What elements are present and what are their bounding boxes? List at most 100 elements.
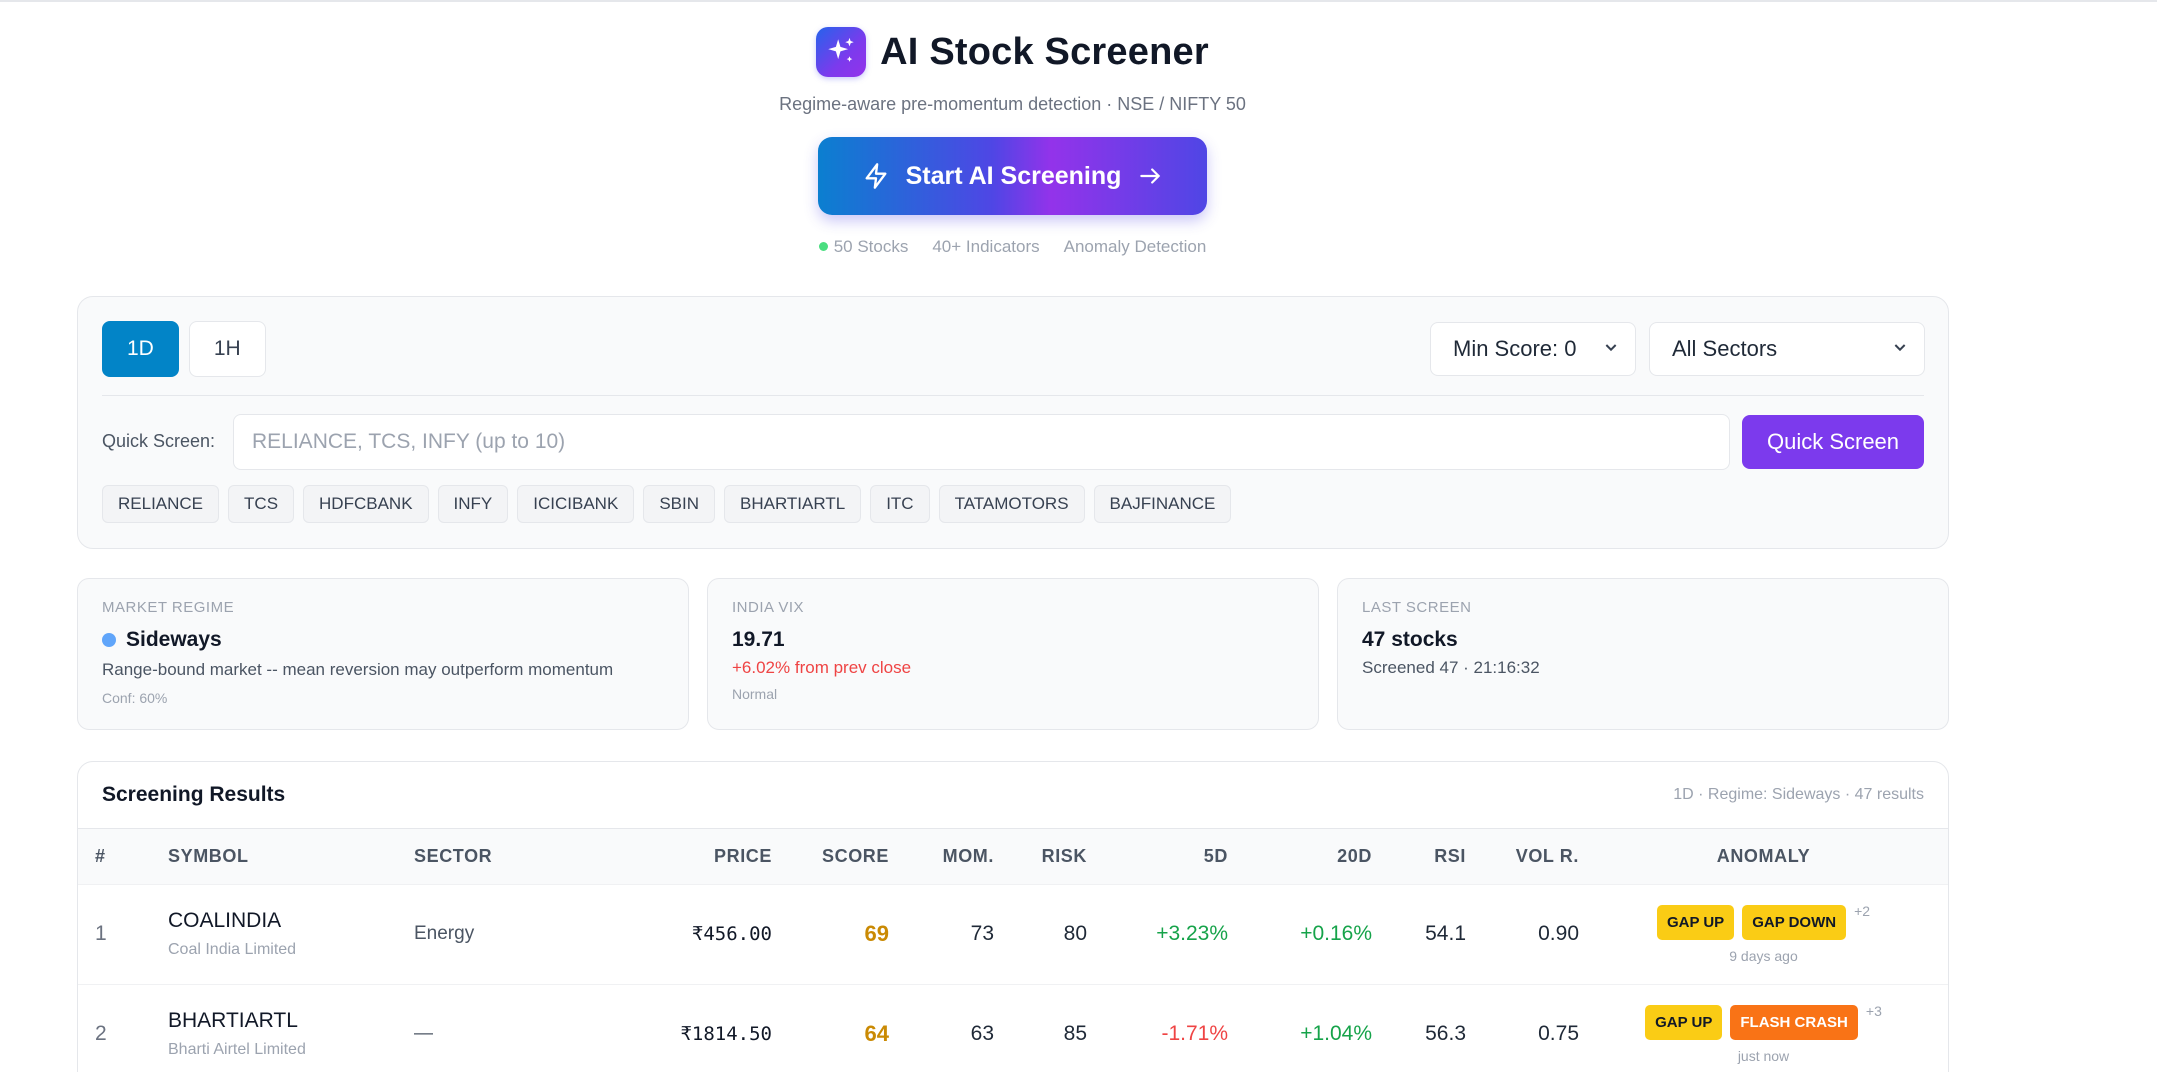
lightning-icon — [865, 163, 887, 189]
col-5d[interactable]: 5D — [1087, 829, 1228, 884]
sparkles-icon — [816, 27, 867, 77]
title-row: AI Stock Screener — [0, 24, 2025, 80]
row-vol: 0.90 — [1538, 922, 1579, 945]
chip-reliance[interactable]: RELIANCE — [102, 485, 220, 523]
chip-bhartiartl[interactable]: BHARTIARTL — [724, 485, 862, 523]
quick-screen-label: Quick Screen: — [102, 431, 216, 451]
chevron-down-icon — [1603, 339, 1619, 360]
start-screening-button[interactable]: Start AI Screening — [818, 137, 1207, 215]
row-sector: — — [414, 1023, 433, 1045]
card-label: LAST SCREEN — [1362, 599, 1472, 616]
divider — [102, 395, 1924, 396]
market-regime-card: MARKET REGIME Sideways Range-bound marke… — [77, 578, 689, 730]
row-5d: +3.23% — [1156, 922, 1228, 945]
row-rsi: 54.1 — [1425, 922, 1466, 945]
start-screening-label: Start AI Screening — [905, 161, 1122, 190]
row-price: ₹1814.50 — [680, 1023, 772, 1046]
sector-value: All Sectors — [1672, 336, 1778, 361]
col-price[interactable]: PRICE — [612, 829, 772, 884]
controls-panel: 1D 1H Min Score: 0 All Sectors Quick Scr… — [77, 296, 1949, 549]
min-score-value: Min Score: 0 — [1453, 336, 1577, 361]
row-vol: 0.75 — [1538, 1022, 1579, 1046]
col-score[interactable]: SCORE — [772, 829, 889, 884]
regime-dot — [102, 633, 116, 647]
last-screen-detail: Screened 47 · 21:16:32 — [1362, 658, 1540, 677]
anomaly-badge[interactable]: FLASH CRASH — [1730, 1004, 1858, 1040]
quick-screen-placeholder: RELIANCE, TCS, INFY (up to 10) — [252, 430, 566, 453]
card-label: MARKET REGIME — [102, 599, 235, 616]
tab-1d[interactable]: 1D — [102, 321, 179, 377]
chip-infy[interactable]: INFY — [437, 485, 509, 523]
card-label: INDIA VIX — [732, 599, 805, 616]
chip-hdfcbank[interactable]: HDFCBANK — [303, 485, 429, 523]
row-anomaly: GAP UP FLASH CRASH +3 just now — [1579, 984, 1948, 1072]
regime-value: Sideways — [102, 628, 664, 652]
status-dot — [818, 242, 828, 251]
anomaly-badge[interactable]: GAP DOWN — [1742, 904, 1847, 940]
vix-value: 19.71 — [732, 628, 785, 651]
regime-confidence: Conf: 60% — [102, 690, 168, 706]
table-row[interactable]: 1 COALINDIA Coal India Limited Energy ₹4… — [78, 884, 1948, 984]
anomaly-more[interactable]: +2 — [1854, 903, 1870, 919]
regime-description: Range-bound market -- mean reversion may… — [102, 660, 614, 679]
anomaly-time: 9 days ago — [1729, 947, 1798, 964]
quick-screen-input[interactable]: RELIANCE, TCS, INFY (up to 10) — [233, 414, 1730, 470]
row-5d: -1.71% — [1161, 1022, 1228, 1046]
stat-indicators: 40+ Indicators — [932, 237, 1040, 256]
anomaly-badge[interactable]: GAP UP — [1645, 1004, 1723, 1040]
anomaly-more[interactable]: +3 — [1866, 1003, 1882, 1019]
stat-anomaly: Anomaly Detection — [1063, 237, 1207, 256]
page-title: AI Stock Screener — [880, 30, 1209, 73]
row-20d: +1.04% — [1300, 1022, 1372, 1046]
col-20d[interactable]: 20D — [1228, 829, 1372, 884]
row-risk: 85 — [1063, 1022, 1087, 1046]
symbol-chips: RELIANCE TCS HDFCBANK INFY ICICIBANK SBI… — [102, 485, 1232, 523]
col-rsi[interactable]: RSI — [1372, 829, 1466, 884]
col-vol[interactable]: VOL R. — [1466, 829, 1579, 884]
chip-sbin[interactable]: SBIN — [643, 485, 715, 523]
tab-1h[interactable]: 1H — [188, 321, 266, 377]
chip-bajfinance[interactable]: BAJFINANCE — [1093, 485, 1232, 523]
last-screen-card: LAST SCREEN 47 stocks Screened 47 · 21:1… — [1337, 578, 1949, 730]
arrow-right-icon — [1140, 168, 1161, 184]
col-sector[interactable]: SECTOR — [412, 829, 612, 884]
row-rank: 1 — [95, 922, 107, 945]
sector-select[interactable]: All Sectors — [1649, 322, 1925, 376]
row-score: 64 — [864, 1021, 889, 1047]
india-vix-card: INDIA VIX 19.71 +6.02% from prev close N… — [707, 578, 1319, 730]
results-table: # SYMBOL SECTOR PRICE SCORE MOM. RISK 5D… — [78, 829, 1948, 1072]
page-header: AI Stock Screener Regime-aware pre-momen… — [0, 24, 2025, 257]
chip-itc[interactable]: ITC — [870, 485, 930, 523]
table-header-row: # SYMBOL SECTOR PRICE SCORE MOM. RISK 5D… — [78, 829, 1948, 884]
col-mom[interactable]: MOM. — [889, 829, 994, 884]
results-header: Screening Results 1D · Regime: Sideways … — [78, 762, 1948, 829]
col-anomaly[interactable]: ANOMALY — [1579, 829, 1948, 884]
chevron-down-icon — [1892, 339, 1908, 360]
top-border — [0, 0, 2157, 4]
row-company-name: Bharti Airtel Limited — [168, 1041, 306, 1059]
col-symbol[interactable]: SYMBOL — [166, 829, 412, 884]
row-symbol-cell: COALINDIA Coal India Limited — [166, 884, 412, 984]
row-symbol: COALINDIA — [168, 909, 282, 932]
stat-stocks: 50 Stocks — [818, 237, 908, 257]
row-mom: 73 — [970, 922, 994, 945]
quick-screen-button[interactable]: Quick Screen — [1742, 415, 1924, 469]
col-rank[interactable]: # — [78, 829, 166, 884]
last-screen-value: 47 stocks — [1362, 628, 1458, 651]
table-row[interactable]: 2 BHARTIARTL Bharti Airtel Limited — ₹18… — [78, 984, 1948, 1072]
chip-tcs[interactable]: TCS — [228, 485, 295, 523]
col-risk[interactable]: RISK — [994, 829, 1087, 884]
row-rank: 2 — [95, 1022, 107, 1046]
row-price: ₹456.00 — [691, 923, 772, 945]
chip-icicibank[interactable]: ICICIBANK — [517, 485, 635, 523]
timeframe-tabs: 1D 1H — [102, 321, 266, 377]
row-symbol-cell: BHARTIARTL Bharti Airtel Limited — [166, 984, 412, 1072]
row-sector: Energy — [414, 923, 475, 944]
results-panel: Screening Results 1D · Regime: Sideways … — [77, 761, 1949, 1072]
row-20d: +0.16% — [1300, 922, 1372, 945]
chip-tatamotors[interactable]: TATAMOTORS — [938, 485, 1085, 523]
stats-row: 50 Stocks 40+ Indicators Anomaly Detecti… — [0, 237, 2025, 257]
results-meta: 1D · Regime: Sideways · 47 results — [1673, 786, 1924, 803]
anomaly-badge[interactable]: GAP UP — [1656, 904, 1735, 940]
min-score-select[interactable]: Min Score: 0 — [1430, 322, 1636, 376]
